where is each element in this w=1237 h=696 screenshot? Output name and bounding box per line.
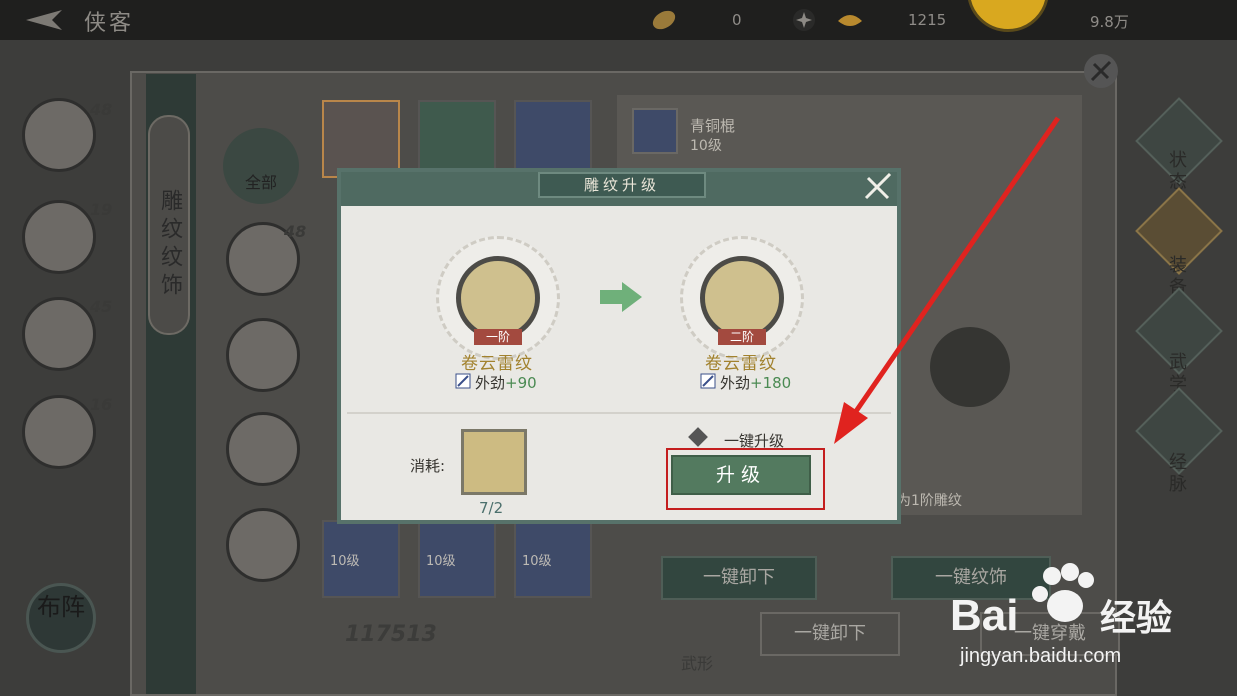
character-level: 45 [90, 297, 113, 316]
baidu-watermark-logo: Bai 经验 [950, 563, 1172, 640]
svg-text:全部: 全部 [245, 173, 277, 192]
character-level: 16 [90, 395, 113, 414]
current-tier-badge: 一阶 [474, 329, 522, 345]
character-portrait[interactable] [22, 395, 96, 469]
item-level: 10级 [426, 554, 456, 569]
engraving-pattern-icon [700, 256, 784, 340]
nav-meridians-label: 经脉 [1169, 452, 1187, 495]
character-level: 19 [90, 200, 113, 219]
annotation-arrow-icon [834, 116, 1061, 444]
unequip-all-button-2[interactable]: 一键卸下 [760, 612, 900, 656]
character-portrait[interactable] [22, 200, 96, 274]
current-stat: 外劲+90 [475, 372, 537, 393]
engrave-hint: 为1阶雕纹 [897, 493, 962, 509]
item-slot[interactable] [514, 100, 592, 178]
item-slot[interactable] [418, 100, 496, 178]
item-slot[interactable]: 10级 [514, 520, 592, 598]
item-slot[interactable]: 10级 [322, 520, 400, 598]
consume-count: 7/2 [479, 499, 504, 517]
page-title: 侠客 [84, 11, 135, 36]
next-stat: 外劲+180 [720, 372, 791, 393]
top-bar [0, 0, 1237, 40]
back-arrow-icon[interactable] [22, 6, 68, 34]
formation-button[interactable]: 布阵 [26, 583, 96, 653]
next-tier-badge: 二阶 [718, 329, 766, 345]
character-list-level: 48 [284, 222, 307, 241]
next-stat-label: 外劲 [720, 374, 751, 392]
engraving-pattern-icon [456, 256, 540, 340]
leaf-icon [652, 10, 676, 30]
resource-leaf-value: 0 [732, 11, 742, 29]
current-engraving-name: 卷云雷纹 [461, 354, 533, 374]
consume-label: 消耗: [410, 457, 446, 475]
selected-item-level: 10级 [690, 138, 722, 154]
item-level: 10级 [330, 554, 360, 569]
resource-coin-value: 9.8万 [1090, 13, 1129, 31]
item-level: 10级 [522, 554, 552, 569]
consume-item-icon[interactable] [461, 429, 527, 495]
divider [347, 412, 891, 414]
selected-item-icon [632, 108, 678, 154]
resource-gold-value: 1215 [908, 11, 947, 29]
character-portrait[interactable] [22, 297, 96, 371]
arrow-right-icon [600, 282, 642, 312]
next-stat-value: +180 [750, 374, 792, 392]
current-stat-value: +90 [505, 374, 537, 392]
tab-engraving[interactable]: 雕纹纹饰 [148, 115, 190, 335]
character-list-portrait[interactable] [226, 412, 300, 486]
next-engraving-name: 卷云雷纹 [705, 354, 777, 374]
watermark-url: jingyan.baidu.com [960, 645, 1122, 667]
character-list-portrait[interactable] [226, 508, 300, 582]
svg-text:Bai: Bai [950, 591, 1018, 640]
character-list-portrait[interactable] [226, 318, 300, 392]
unequip-all-button[interactable]: 一键卸下 [661, 556, 817, 600]
sword-stat-icon [455, 373, 471, 389]
wuxing-label[interactable]: 武形 [681, 650, 713, 674]
character-level: 48 [90, 100, 113, 119]
item-slot[interactable]: 10级 [418, 520, 496, 598]
current-stat-label: 外劲 [475, 374, 506, 392]
svg-text:经验: 经验 [1100, 598, 1172, 639]
selected-item-name: 青铜棍 [690, 117, 736, 135]
gold-ingot-icon [838, 15, 862, 26]
filter-all-button[interactable]: 全部 [221, 126, 301, 206]
character-portrait[interactable] [22, 98, 96, 172]
item-slot[interactable] [322, 100, 400, 178]
sword-stat-icon [700, 373, 716, 389]
add-icon[interactable] [790, 7, 818, 33]
close-panel-icon[interactable] [1082, 52, 1120, 90]
annotation-highlight-box [666, 448, 825, 510]
power-value: 117513 [345, 622, 437, 647]
dialog-title: 雕纹升级 [538, 172, 706, 198]
